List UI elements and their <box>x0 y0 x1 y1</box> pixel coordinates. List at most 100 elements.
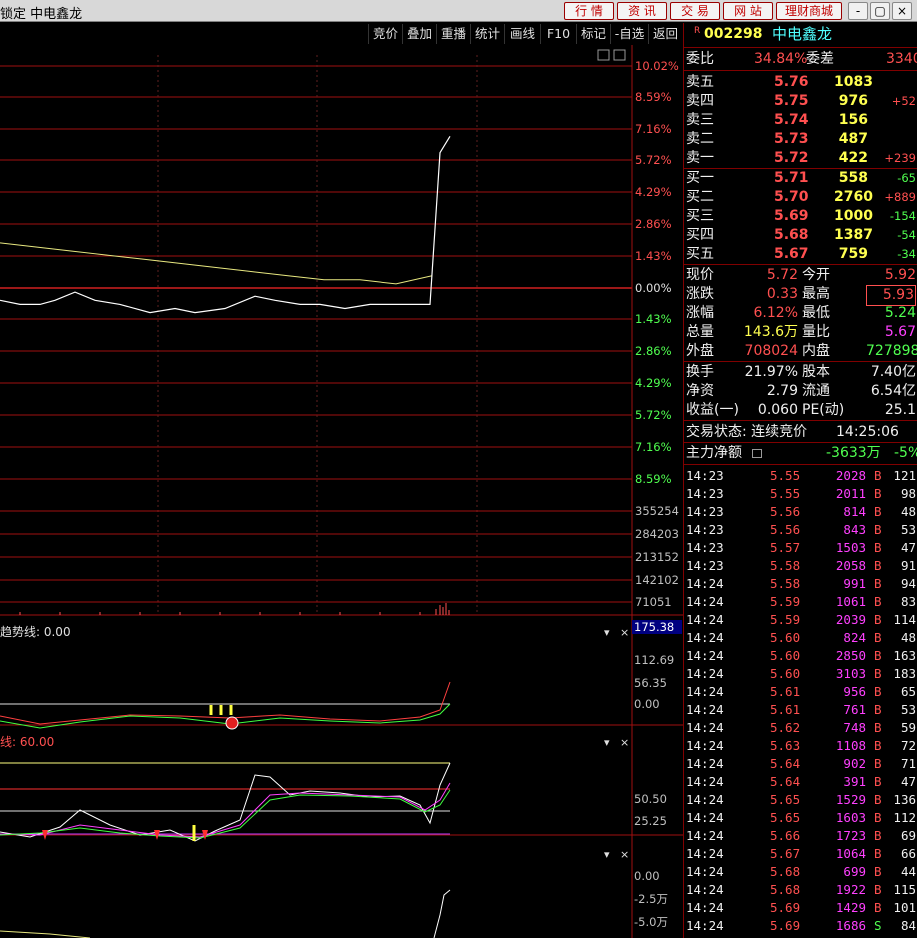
tick-row: 14:23 5.55 2011 B 98 <box>686 486 916 501</box>
intraday-chart[interactable]: 10.02% 8.59% 7.16% 5.72% 4.29% 2.86% 1.43% 0.00… <box>0 45 683 938</box>
book-volume: 1083 <box>834 74 873 90</box>
panel3-menu-icon[interactable]: ▾ <box>604 848 610 861</box>
window-title: 锁定 中电鑫龙 <box>0 7 83 22</box>
minimize-icon[interactable]: - <box>848 2 868 20</box>
book-volume: 422 <box>838 150 868 166</box>
overlay-button[interactable]: 叠加 <box>402 24 436 44</box>
tick-row: 14:23 5.56 843 B 53 <box>686 522 916 537</box>
tick-row: 14:24 5.69 1686 S 84 <box>686 918 916 933</box>
price-axis-label: 1.43% <box>635 249 672 263</box>
book-label: 卖一 <box>686 150 714 166</box>
r-badge: R <box>694 26 701 36</box>
book-price: 5.67 <box>774 246 809 262</box>
volume-bars <box>19 603 450 615</box>
weicha-value: 3340 <box>886 51 917 67</box>
panel3-close-icon[interactable]: × <box>620 848 629 861</box>
watchlist-button[interactable]: -自选 <box>610 24 648 44</box>
tick-row: 14:24 5.60 824 B 48 <box>686 630 916 645</box>
bid-row[interactable]: 买五 5.67 759 -34 <box>686 245 916 264</box>
tick-row: 14:24 5.68 1922 B 115 <box>686 882 916 897</box>
tick-row: 14:24 5.68 699 B 44 <box>686 864 916 879</box>
tick-row: 14:24 5.64 391 B 47 <box>686 774 916 789</box>
book-change: -54 <box>897 228 916 242</box>
avg-price-line <box>0 242 433 285</box>
panel2-close-icon[interactable]: × <box>620 736 629 749</box>
trend-indicator <box>0 681 451 730</box>
panel1-menu-icon[interactable]: ▾ <box>604 626 610 639</box>
kdj-axis-label: 50.50 <box>634 792 667 806</box>
book-volume: 976 <box>838 93 868 109</box>
bid-row[interactable]: 买二 5.70 2760 +889 <box>686 188 916 207</box>
price-axis-label: 2.86% <box>635 344 672 358</box>
trend-line-red <box>0 681 451 725</box>
flow-line-white <box>433 889 451 938</box>
bid-row[interactable]: 买四 5.68 1387 -54 <box>686 226 916 245</box>
bid-row[interactable]: 买三 5.69 1000 -154 <box>686 207 916 226</box>
tick-row: 14:24 5.62 748 B 59 <box>686 720 916 735</box>
book-change: -34 <box>897 247 916 261</box>
stat-row: 收益(一) 0.060 PE(动) 25.1 <box>686 402 916 418</box>
mark-button[interactable]: 标记 <box>576 24 610 44</box>
trend-axis-label: 56.35 <box>634 676 667 690</box>
ask-row[interactable]: 卖五 5.76 1083 <box>686 73 916 92</box>
chart-toolbar: 竞价 叠加 重播 统计 画线 F10 标记 -自选 返回 <box>0 23 683 45</box>
draw-button[interactable]: 画线 <box>504 24 540 44</box>
price-axis-label: 5.72% <box>635 153 672 167</box>
tick-row: 14:24 5.59 2039 B 114 <box>686 612 916 627</box>
market-button[interactable]: 行 情 <box>564 2 614 20</box>
price-axis-label: 0.00% <box>635 281 672 295</box>
weibi-value: 34.84% <box>754 51 808 67</box>
bid-row[interactable]: 买一 5.71 558 -65 <box>686 169 916 188</box>
quote-panel: R 002298 中电鑫龙 委比 34.84% 委差 3340 卖五 5.76 … <box>683 23 917 938</box>
mall-button[interactable]: 理财商城 <box>776 2 842 20</box>
panel2-menu-icon[interactable]: ▾ <box>604 736 610 749</box>
volume-axis-label: 355254 <box>635 504 679 518</box>
volume-axis-label: 284203 <box>635 527 679 541</box>
ask-row[interactable]: 卖二 5.73 487 <box>686 130 916 149</box>
trend-axis-label: 112.69 <box>634 653 674 667</box>
book-price: 5.70 <box>774 189 809 205</box>
book-change: +52 <box>891 94 916 108</box>
kdj-d-line <box>0 782 451 838</box>
stat-row: 换手 21.97% 股本 7.40亿 <box>686 364 916 380</box>
ask-row[interactable]: 卖四 5.75 976 +52 <box>686 92 916 111</box>
title-bar: 锁定 中电鑫龙 行 情 资 讯 交 易 网 站 理财商城 - ▢ × <box>0 0 917 22</box>
flow-axis-label: -5.0万 <box>634 915 668 929</box>
replay-button[interactable]: 重播 <box>436 24 470 44</box>
price-axis-label: 7.16% <box>635 122 672 136</box>
stat-row: 净资 2.79 流通 6.54亿 <box>686 383 916 399</box>
auction-button[interactable]: 竞价 <box>368 24 402 44</box>
book-label: 卖四 <box>686 93 714 109</box>
book-price: 5.72 <box>774 150 809 166</box>
trend-line-green <box>0 703 451 729</box>
book-label: 买一 <box>686 170 714 186</box>
f10-button[interactable]: F10 <box>540 24 576 44</box>
stat-row: 现价 5.72 今开 5.92 <box>686 267 916 283</box>
book-volume: 487 <box>838 131 868 147</box>
back-button[interactable]: 返回 <box>648 24 682 44</box>
ask-row[interactable]: 卖一 5.72 422 +239 <box>686 149 916 168</box>
book-price: 5.68 <box>774 227 809 243</box>
stat-row: 涨跌 0.33 最高 5.93 <box>686 285 916 306</box>
book-label: 买二 <box>686 189 714 205</box>
tick-row: 14:23 5.58 2058 B 91 <box>686 558 916 573</box>
panel1-close-icon[interactable]: × <box>620 626 629 639</box>
stat-row: 外盘 708024 内盘 727898 <box>686 343 917 359</box>
ask-row[interactable]: 卖三 5.74 156 <box>686 111 916 130</box>
website-button[interactable]: 网 站 <box>723 2 773 20</box>
stats-button[interactable]: 统计 <box>470 24 504 44</box>
price-axis-label: 5.72% <box>635 408 672 422</box>
tick-row: 14:24 5.64 902 B 71 <box>686 756 916 771</box>
book-volume: 2760 <box>834 189 873 205</box>
main-flow-row: 主力净额 -3633万 -5% <box>686 445 917 461</box>
news-button[interactable]: 资 讯 <box>617 2 667 20</box>
kdj-j-line <box>0 789 451 839</box>
trade-button[interactable]: 交 易 <box>670 2 720 20</box>
book-volume: 1000 <box>834 208 873 224</box>
restore-icon[interactable]: ▢ <box>870 2 890 20</box>
stat-row: 涨幅 6.12% 最低 5.24 <box>686 305 916 321</box>
price-axis: 10.02% 8.59% 7.16% 5.72% 4.29% 2.86% 1.43% 0.00… <box>635 59 679 486</box>
detail-icon[interactable] <box>752 449 762 458</box>
close-icon[interactable]: × <box>892 2 912 20</box>
kdj-indicator <box>0 762 451 842</box>
